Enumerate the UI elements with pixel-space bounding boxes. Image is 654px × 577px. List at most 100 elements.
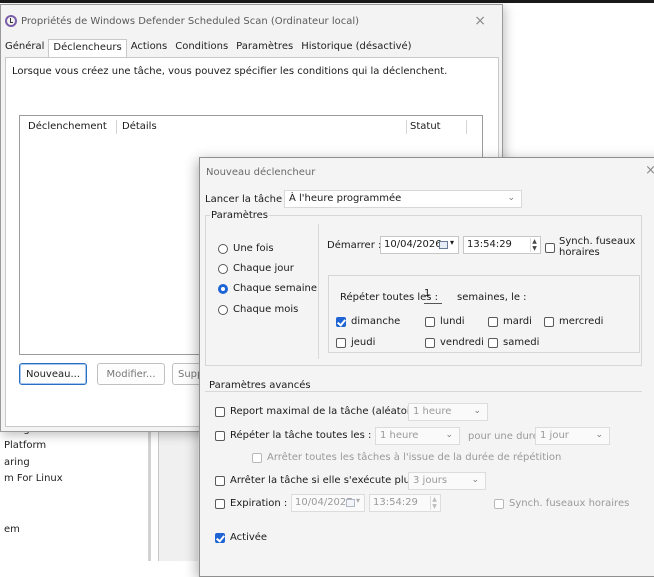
day-label-sunday[interactable]: dimanche — [351, 316, 400, 327]
enabled-checkbox[interactable] — [215, 533, 225, 543]
column-header-status[interactable]: Statut — [410, 121, 441, 132]
radio-weekly-label[interactable]: Chaque semaine — [233, 283, 317, 294]
day-label-friday[interactable]: vendredi — [440, 337, 484, 348]
day-checkbox-sunday[interactable] — [336, 317, 346, 327]
sync-timezone-checkbox[interactable] — [545, 243, 555, 253]
repeat-task-checkbox[interactable] — [215, 431, 225, 441]
new-trigger-title: Nouveau déclencheur — [206, 167, 316, 178]
advanced-separator — [205, 391, 642, 392]
calendar-icon[interactable] — [439, 241, 448, 249]
stop-if-value: 3 jours — [413, 475, 448, 486]
time-spinner-icon[interactable]: ▲ ▼ — [530, 238, 538, 252]
new-trigger-button[interactable]: Nouveau... — [19, 363, 87, 385]
radio-daily-label[interactable]: Chaque jour — [233, 263, 294, 274]
close-icon[interactable]: × — [474, 13, 486, 29]
expiration-sync-checkbox[interactable] — [494, 499, 504, 509]
tab-history[interactable]: Historique (désactivé) — [297, 39, 415, 57]
calendar-icon[interactable] — [346, 499, 355, 507]
start-task-value: À l'heure programmée — [289, 193, 402, 204]
radio-monthly-label[interactable]: Chaque mois — [233, 304, 298, 315]
column-header-trigger[interactable]: Déclenchement — [28, 121, 107, 132]
properties-tabs: Général Déclencheurs Actions Conditions … — [1, 39, 416, 58]
radio-once-label[interactable]: Une fois — [233, 243, 274, 254]
stop-if-select[interactable]: 3 jours ⌄ — [408, 472, 486, 490]
background-pane — [158, 425, 198, 561]
max-delay-select[interactable]: 1 heure ⌄ — [408, 403, 488, 421]
day-label-saturday[interactable]: samedi — [503, 337, 539, 348]
close-icon[interactable]: × — [645, 163, 654, 178]
tab-actions[interactable]: Actions — [127, 39, 172, 57]
expiration-date-value: 10/04/2027 — [295, 497, 353, 508]
expiration-date-field[interactable]: 10/04/2027 ▾ — [291, 494, 365, 512]
chevron-down-icon: ⌄ — [507, 193, 515, 203]
edit-trigger-button[interactable]: Modifier... — [97, 363, 165, 385]
tab-conditions[interactable]: Conditions — [171, 39, 232, 57]
repeat-task-select[interactable]: 1 heure ⌄ — [375, 427, 460, 445]
expiration-sync-label[interactable]: Synch. fuseaux horaires — [509, 498, 629, 509]
new-trigger-dialog: Nouveau déclencheur × Lancer la tâche : … — [199, 157, 654, 577]
parameters-divider — [318, 224, 319, 359]
start-date-field[interactable]: 10/04/2026 ▾ — [380, 236, 459, 254]
day-checkbox-wednesday[interactable] — [544, 317, 554, 327]
start-time-field[interactable]: 13:54:29 ▲ ▼ — [463, 236, 541, 254]
repeat-task-label[interactable]: Répéter la tâche toutes les : — [230, 430, 371, 441]
column-divider[interactable] — [466, 120, 467, 134]
tab-triggers[interactable]: Déclencheurs — [48, 39, 127, 58]
start-task-select[interactable]: À l'heure programmée ⌄ — [284, 190, 522, 208]
expiration-time-field[interactable]: 13:54:29 ▲ ▼ — [369, 494, 441, 512]
weeks-label: semaines, le : — [457, 292, 527, 303]
background-list-item[interactable]: Platform — [4, 440, 46, 451]
chevron-down-icon[interactable]: ▾ — [356, 496, 360, 505]
background-list-item[interactable]: em — [4, 524, 20, 535]
start-task-label: Lancer la tâche : — [205, 194, 289, 205]
expiration-checkbox[interactable] — [215, 499, 225, 509]
chevron-down-icon: ⌄ — [445, 430, 453, 440]
day-checkbox-thursday[interactable] — [336, 338, 346, 348]
stop-all-label[interactable]: Arrêter toutes les tâches à l'issue de l… — [267, 452, 561, 463]
radio-monthly[interactable] — [218, 305, 228, 315]
duration-select[interactable]: 1 jour ⌄ — [535, 427, 610, 445]
expiration-time-value: 13:54:29 — [373, 497, 418, 508]
duration-value: 1 jour — [540, 430, 569, 441]
stop-if-label[interactable]: Arrêter la tâche si elle s'exécute plus … — [230, 475, 437, 486]
column-divider[interactable] — [406, 120, 407, 134]
chevron-down-icon[interactable]: ▾ — [450, 238, 454, 247]
day-label-tuesday[interactable]: mardi — [503, 316, 532, 327]
day-checkbox-tuesday[interactable] — [488, 317, 498, 327]
max-delay-label[interactable]: Report maximal de la tâche (aléatoire) : — [230, 406, 430, 417]
radio-daily[interactable] — [218, 264, 228, 274]
day-checkbox-saturday[interactable] — [488, 338, 498, 348]
max-delay-checkbox[interactable] — [215, 407, 225, 417]
column-divider[interactable] — [116, 120, 117, 134]
tab-general[interactable]: Général — [1, 39, 48, 57]
start-date-value: 10/04/2026 — [384, 239, 442, 250]
background-list-item[interactable]: m For Linux — [4, 473, 63, 484]
repeat-weeks-input[interactable]: 1 — [424, 288, 442, 304]
column-header-details[interactable]: Détails — [122, 121, 157, 132]
day-label-thursday[interactable]: jeudi — [351, 337, 375, 348]
chevron-down-icon: ⌄ — [473, 406, 481, 416]
day-checkbox-friday[interactable] — [425, 338, 435, 348]
day-label-wednesday[interactable]: mercredi — [559, 316, 603, 327]
tab-settings[interactable]: Paramètres — [232, 39, 297, 57]
properties-title: Propriétés de Windows Defender Scheduled… — [21, 15, 360, 27]
background-splitter[interactable] — [148, 425, 151, 561]
start-time-value: 13:54:29 — [467, 239, 512, 250]
repeat-weeks-value: 1 — [424, 288, 431, 299]
expiration-label[interactable]: Expiration : — [230, 498, 287, 509]
stop-all-checkbox[interactable] — [252, 453, 262, 463]
day-checkbox-monday[interactable] — [425, 317, 435, 327]
advanced-title: Paramètres avancés — [208, 380, 312, 391]
background-app-list: oring Platform aring m For Linux em — [0, 420, 170, 561]
radio-weekly[interactable] — [218, 284, 228, 294]
radio-once[interactable] — [218, 244, 228, 254]
day-label-monday[interactable]: lundi — [440, 316, 465, 327]
background-list-item[interactable]: aring — [4, 457, 30, 468]
task-scheduler-icon — [5, 15, 17, 27]
stop-if-checkbox[interactable] — [215, 476, 225, 486]
parameters-title: Paramètres — [210, 210, 270, 221]
repeat-task-value: 1 heure — [380, 430, 419, 441]
sync-timezone-label[interactable]: Synch. fuseaux horaires — [559, 236, 639, 258]
enabled-label[interactable]: Activée — [230, 532, 267, 543]
time-spinner-icon[interactable]: ▲ ▼ — [430, 496, 438, 510]
